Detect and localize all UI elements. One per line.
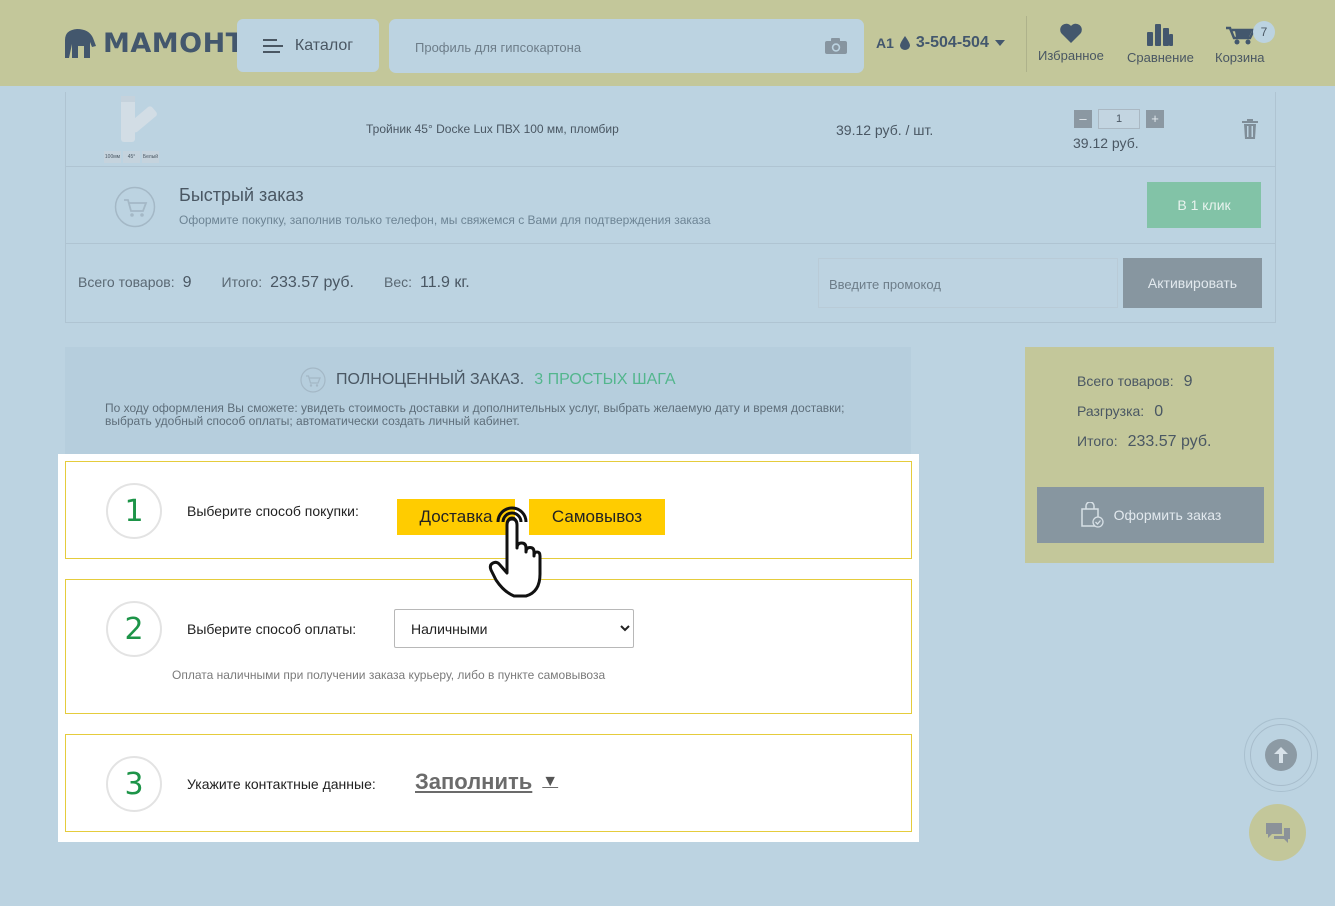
camera-icon[interactable] <box>824 37 848 55</box>
search-box <box>389 19 864 73</box>
weight-value: 11.9 кг. <box>420 274 470 291</box>
step-number: 1 <box>106 483 162 539</box>
product-tags: 100мм 45° Белый <box>104 151 160 163</box>
promo-box <box>818 258 1118 308</box>
quantity-input[interactable]: 1 <box>1098 109 1140 129</box>
items-count-label: Всего товаров: <box>78 274 175 290</box>
full-order-heading: ПОЛНОЦЕННЫЙ ЗАКАЗ. 3 ПРОСТЫХ ШАГА <box>300 367 676 393</box>
summary-items-value: 9 <box>1183 373 1193 390</box>
quantity-minus-button[interactable]: – <box>1074 110 1092 128</box>
order-summary-panel: Всего товаров: 9 Разгрузка: 0 Итого: 233.57… <box>1025 347 1274 563</box>
summary-unload-value: 0 <box>1154 403 1164 420</box>
pipe-tee-icon <box>121 96 157 142</box>
promo-code-input[interactable] <box>827 273 1111 295</box>
one-click-button[interactable]: В 1 клик <box>1147 182 1261 228</box>
cart-label: Корзина <box>1215 50 1265 65</box>
triangle-down-icon: ▼ <box>542 773 559 790</box>
summary-total-label: Итого: <box>1077 433 1118 449</box>
site-header: МАМОНТ Каталог A1 3-504-504 <box>0 0 1335 86</box>
product-name[interactable]: Тройник 45° Docke Lux ПВХ 100 мм, пломби… <box>366 122 619 136</box>
step-number: 2 <box>106 601 162 657</box>
summary-items-line: Всего товаров: 9 <box>1077 373 1193 391</box>
logo-text: МАМОНТ <box>103 27 245 59</box>
product-image[interactable]: 100мм 45° Белый <box>104 96 160 163</box>
header-divider <box>1026 16 1027 72</box>
summary-unload-line: Разгрузка: 0 <box>1077 403 1163 421</box>
operator-badge: A1 <box>876 35 894 51</box>
quick-order-title: Быстрый заказ <box>179 185 304 205</box>
site-logo[interactable]: МАМОНТ <box>63 26 245 60</box>
fill-contacts-label: Заполнить <box>415 769 533 794</box>
heart-icon <box>1060 23 1082 43</box>
fill-contacts-link[interactable]: Заполнить ▼ <box>415 769 558 795</box>
search-input[interactable] <box>413 35 817 59</box>
summary-unload-label: Разгрузка: <box>1077 403 1145 419</box>
full-order-title: ПОЛНОЦЕННЫЙ ЗАКАЗ. <box>336 371 525 388</box>
full-order-description: По ходу оформления Вы сможете: увидеть с… <box>105 401 845 428</box>
scroll-top-inner <box>1265 739 1297 771</box>
totals-panel: Всего товаров: 9 Итого: 233.57 руб. Вес:… <box>65 243 1276 323</box>
catalog-label: Каталог <box>294 36 354 54</box>
product-unit-price: 39.12 руб. / шт. <box>836 122 934 138</box>
product-tag: 100мм <box>104 151 121 163</box>
quantity-plus-button[interactable]: + <box>1146 110 1164 128</box>
checkout-button[interactable]: Оформить заказ <box>1037 487 1264 543</box>
total-value: 233.57 руб. <box>270 274 354 291</box>
summary-total-value: 233.57 руб. <box>1127 433 1212 450</box>
chevron-down-icon[interactable] <box>994 40 1005 46</box>
chat-button[interactable] <box>1249 804 1306 861</box>
quick-order-panel: Быстрый заказ Оформите покупку, заполнив… <box>65 167 1276 244</box>
checkout-label: Оформить заказ <box>1113 507 1222 523</box>
bag-check-icon <box>1080 502 1104 528</box>
step-number: 3 <box>106 756 162 812</box>
arrow-up-icon <box>1274 747 1288 763</box>
phone-number[interactable]: 3-504-504 <box>916 34 989 52</box>
phone-block[interactable]: A1 3-504-504 <box>876 34 1005 52</box>
step-contact-data: 3 Укажите контактные данные: Заполнить ▼ <box>65 734 912 832</box>
total-label: Итого: <box>221 274 263 290</box>
compare-bottles-icon <box>1147 24 1174 46</box>
compare-link[interactable]: Сравнение <box>1127 22 1194 65</box>
items-count-value: 9 <box>182 274 192 291</box>
product-tag: Белый <box>142 151 159 163</box>
favorites-link[interactable]: Избранное <box>1038 22 1104 63</box>
drop-icon <box>899 36 910 50</box>
totals-summary-line: Всего товаров: 9 Итого: 233.57 руб. Вес:… <box>78 274 500 292</box>
step-label: Выберите способ оплаты: <box>187 621 357 637</box>
cart-item-row: 100мм 45° Белый Тройник 45° Docke Lux ПВ… <box>65 92 1276 167</box>
cart-count-badge: 7 <box>1253 21 1275 43</box>
quantity-stepper: – 1 + <box>1074 109 1164 129</box>
hand-pointer-icon <box>488 506 542 598</box>
pickup-button[interactable]: Самовывоз <box>529 499 665 535</box>
mammoth-logo-icon <box>65 29 96 58</box>
wheelbarrow-cart-icon <box>1225 26 1256 45</box>
chat-icon <box>1265 822 1290 843</box>
payment-method-select[interactable]: Наличными <box>394 609 634 648</box>
full-order-subtitle: 3 ПРОСТЫХ ШАГА <box>534 371 676 388</box>
full-order-intro: ПОЛНОЦЕННЫЙ ЗАКАЗ. 3 ПРОСТЫХ ШАГА По ход… <box>65 347 911 455</box>
trash-icon[interactable] <box>1242 119 1258 139</box>
line-total: 39.12 руб. <box>1073 135 1139 151</box>
product-tag: 45° <box>123 151 140 163</box>
cart-circle-icon <box>114 186 156 228</box>
compare-label: Сравнение <box>1127 50 1194 65</box>
summary-total-line: Итого: 233.57 руб. <box>1077 433 1211 451</box>
cart-circle-icon <box>300 367 326 393</box>
step-label: Выберите способ покупки: <box>187 503 359 519</box>
summary-items-label: Всего товаров: <box>1077 373 1174 389</box>
menu-lines-icon <box>262 38 283 53</box>
favorites-label: Избранное <box>1038 48 1104 63</box>
step-label: Укажите контактные данные: <box>187 776 376 792</box>
scroll-to-top-button[interactable] <box>1250 724 1312 786</box>
weight-label: Вес: <box>383 274 412 290</box>
activate-promo-button[interactable]: Активировать <box>1123 258 1262 308</box>
catalog-button[interactable]: Каталог <box>237 19 379 72</box>
quick-order-description: Оформите покупку, заполнив только телефо… <box>179 213 711 227</box>
payment-note: Оплата наличными при получении заказа ку… <box>172 668 606 682</box>
